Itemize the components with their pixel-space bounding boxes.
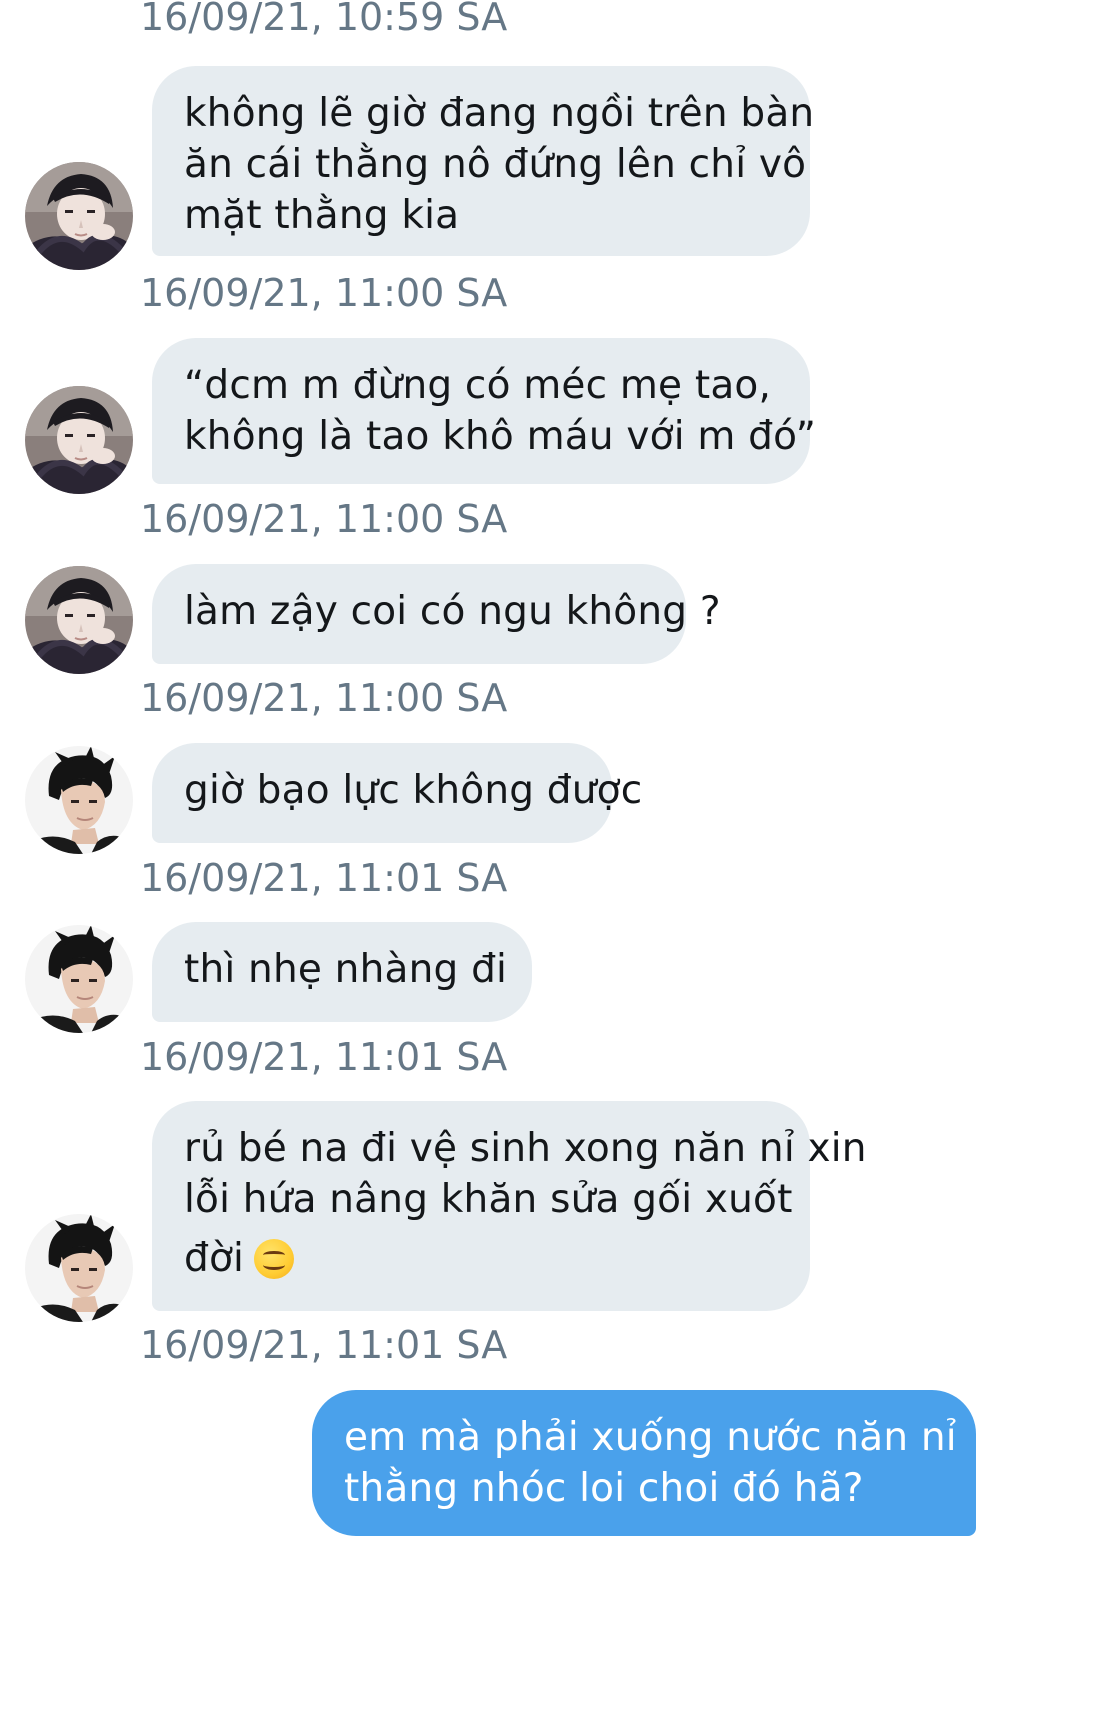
incoming-message-bubble[interactable]: làm zậy coi có ngu không ? [152,564,721,664]
message-timestamp: 16/09/21, 10:59 SA [140,0,508,39]
message-text: thằng nhóc loi choi đó hã? [344,1466,864,1511]
message-text: mặt thằng kia [184,193,460,238]
incoming-message-bubble[interactable]: “dcm m đừng có méc mẹ tao, không là tao … [152,338,817,484]
message-timestamp: 16/09/21, 11:01 SA [140,856,508,900]
user-a-avatar-icon[interactable] [25,386,133,494]
message-text: không là tao khô máu với m đó” [184,414,817,459]
outgoing-message-bubble[interactable]: em mà phải xuống nước năn nỉ thằng nhóc … [312,1390,976,1536]
message-text: đời [184,1236,245,1281]
message-text: rủ bé na đi vệ sinh xong năn nỉ xin [184,1126,867,1171]
smiling-face-emoji-icon [254,1239,295,1279]
message-timestamp: 16/09/21, 11:00 SA [140,271,508,315]
message-timestamp: 16/09/21, 11:01 SA [140,1323,508,1367]
message-timestamp: 16/09/21, 11:00 SA [140,676,508,720]
message-text: lỗi hứa nâng khăn sửa gối xuốt [184,1177,793,1222]
user-b-avatar-icon[interactable] [25,1214,133,1322]
message-timestamp: 16/09/21, 11:01 SA [140,1035,508,1079]
conversation-thread: 16/09/21, 10:59 SA không lẽ giờ đang ngồ… [0,0,1114,1729]
message-text-last-line: đời [184,1233,778,1284]
incoming-message-bubble[interactable]: rủ bé na đi vệ sinh xong năn nỉ xin lỗi … [152,1101,867,1311]
message-text: làm zậy coi có ngu không ? [184,589,721,634]
message-text: “dcm m đừng có méc mẹ tao, [184,363,772,408]
message-timestamp: 16/09/21, 11:00 SA [140,497,508,541]
user-a-avatar-icon[interactable] [25,566,133,674]
incoming-message-bubble[interactable]: không lẽ giờ đang ngồi trên bàn ăn cái t… [152,66,815,256]
user-b-avatar-icon[interactable] [25,925,133,1033]
incoming-message-bubble[interactable]: thì nhẹ nhàng đi [152,922,532,1022]
message-text: giờ bạo lực không được [184,768,643,813]
user-b-avatar-icon[interactable] [25,746,133,854]
user-a-avatar-icon[interactable] [25,162,133,270]
message-text: em mà phải xuống nước năn nỉ [344,1415,957,1460]
message-text: thì nhẹ nhàng đi [184,947,508,992]
message-text: không lẽ giờ đang ngồi trên bàn [184,91,815,136]
message-text: ăn cái thằng nô đứng lên chỉ vô [184,142,807,187]
incoming-message-bubble[interactable]: giờ bạo lực không được [152,743,643,843]
